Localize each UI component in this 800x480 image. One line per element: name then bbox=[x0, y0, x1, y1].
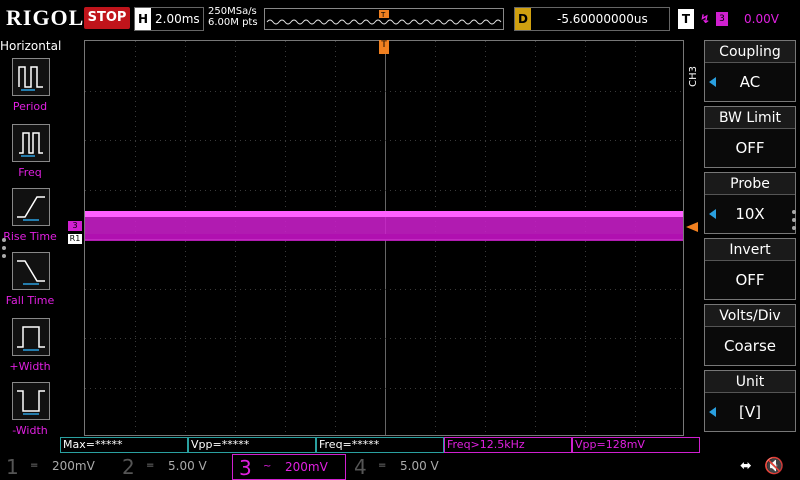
sample-rate: 250MSa/s bbox=[208, 6, 257, 17]
menu-title: Horizontal bbox=[0, 39, 62, 53]
measure-period-button[interactable]: Period bbox=[0, 58, 60, 122]
select-arrow-icon bbox=[709, 77, 716, 87]
probe-value: 10X bbox=[705, 195, 795, 233]
trigger-level: 0.00V bbox=[744, 12, 779, 26]
coupling-icon: = bbox=[378, 460, 387, 471]
channel-number: 1 bbox=[6, 455, 19, 479]
trigger-position-label: T bbox=[380, 11, 386, 19]
measurement-ch3-vpp[interactable]: Vpp=128mV bbox=[572, 437, 700, 453]
channel-tag: CH3 bbox=[688, 66, 699, 87]
channel-3-status[interactable]: 3 ~ 200mV bbox=[232, 454, 346, 480]
invert-softkey[interactable]: Invert OFF bbox=[704, 238, 796, 300]
invert-value: OFF bbox=[735, 271, 765, 289]
measure-negative-width-button[interactable]: -Width bbox=[0, 382, 60, 446]
channel-number: 3 bbox=[239, 456, 252, 480]
channel-scale: 5.00 V bbox=[400, 459, 439, 473]
rise-time-icon bbox=[12, 188, 50, 226]
horizontal-label: H bbox=[135, 8, 151, 30]
channel-scale: 200mV bbox=[52, 459, 95, 473]
measurement-vpp[interactable]: Vpp=***** bbox=[188, 437, 316, 453]
bw-limit-softkey[interactable]: BW Limit OFF bbox=[704, 106, 796, 168]
speaker-muted-icon[interactable]: 🔇 bbox=[764, 456, 784, 475]
frequency-icon bbox=[12, 124, 50, 162]
channel-1-status[interactable]: 1 = 200mV bbox=[0, 454, 116, 480]
select-arrow-icon bbox=[709, 407, 716, 417]
coupling-value: AC bbox=[705, 63, 795, 101]
positive-width-label: +Width bbox=[9, 360, 51, 373]
measurement-ch3-freq[interactable]: Freq>12.5kHz bbox=[444, 437, 572, 453]
volts-div-title: Volts/Div bbox=[705, 305, 795, 327]
channel-scale: 5.00 V bbox=[168, 459, 207, 473]
period-icon bbox=[12, 58, 50, 96]
period-label: Period bbox=[12, 100, 48, 113]
waveform-trace-bottom-edge bbox=[85, 234, 683, 239]
measurement-max[interactable]: Max=***** bbox=[60, 437, 188, 453]
timebase-value: 2.00ms bbox=[155, 12, 200, 26]
channel-status-bar: 1 = 200mV 2 = 5.00 V 3 ~ 200mV 4 = 5.00 … bbox=[0, 454, 800, 480]
top-status-bar: RIGOL STOP H 2.00ms 250MSa/s 6.00M pts T … bbox=[0, 0, 800, 38]
negative-width-label: -Width bbox=[12, 424, 48, 437]
usb-icon: ⬌ bbox=[740, 458, 752, 474]
graticule bbox=[85, 41, 683, 435]
channel-2-status[interactable]: 2 = 5.00 V bbox=[116, 454, 232, 480]
select-arrow-icon bbox=[709, 209, 716, 219]
run-stop-indicator[interactable]: STOP bbox=[84, 7, 130, 29]
fall-time-icon bbox=[12, 252, 50, 290]
unit-softkey[interactable]: Unit [V] bbox=[704, 370, 796, 432]
trigger-level-marker[interactable] bbox=[686, 222, 698, 232]
freq-label: Freq bbox=[18, 166, 42, 179]
measurement-results-bar: Max=***** Vpp=***** Freq=***** Freq>12.5… bbox=[60, 437, 700, 453]
delay-label: D bbox=[515, 8, 531, 30]
channel-number: 4 bbox=[354, 455, 367, 479]
volts-div-softkey[interactable]: Volts/Div Coarse bbox=[704, 304, 796, 366]
channel-settings-menu: Coupling AC BW Limit OFF Probe 10X Inver… bbox=[704, 38, 800, 436]
acquisition-info: 250MSa/s 6.00M pts bbox=[208, 6, 258, 28]
memory-overview-waveform: T bbox=[266, 10, 502, 25]
timebase-display[interactable]: H 2.00ms bbox=[134, 7, 204, 31]
delay-value: -5.60000000us bbox=[557, 12, 648, 26]
volts-div-value: Coarse bbox=[723, 337, 777, 355]
channel-3-offset-marker[interactable]: 3 bbox=[68, 221, 82, 231]
brand-logo: RIGOL bbox=[6, 5, 85, 30]
bw-limit-title: BW Limit bbox=[705, 107, 795, 129]
menu-page-dots-right bbox=[792, 206, 800, 234]
positive-width-icon bbox=[12, 318, 50, 356]
trigger-display[interactable]: T ↯ 3 0.00V bbox=[678, 7, 794, 31]
fall-time-label: Fall Time bbox=[5, 294, 55, 307]
memory-overview-strip: T bbox=[264, 8, 504, 30]
horizontal-measure-menu: Horizontal Period Freq Rise Time Fall Ti… bbox=[0, 38, 62, 437]
unit-title: Unit bbox=[705, 371, 795, 393]
probe-title: Probe bbox=[705, 173, 795, 195]
coupling-icon: ~ bbox=[263, 461, 272, 472]
trigger-label: T bbox=[678, 9, 694, 29]
coupling-icon: = bbox=[146, 460, 155, 471]
memory-depth: 6.00M pts bbox=[208, 17, 258, 28]
channel-number: 2 bbox=[122, 455, 135, 479]
reference-r1-marker[interactable]: R1 bbox=[68, 234, 82, 244]
invert-title: Invert bbox=[705, 239, 795, 261]
waveform-trace-top-edge bbox=[85, 211, 683, 217]
negative-width-icon bbox=[12, 382, 50, 420]
trigger-position-top-marker[interactable]: T bbox=[379, 40, 389, 54]
probe-softkey[interactable]: Probe 10X bbox=[704, 172, 796, 234]
measurement-freq[interactable]: Freq=***** bbox=[316, 437, 444, 453]
waveform-display-grid[interactable] bbox=[84, 40, 684, 436]
channel-scale: 200mV bbox=[285, 460, 328, 474]
measure-freq-button[interactable]: Freq bbox=[0, 124, 60, 188]
measure-positive-width-button[interactable]: +Width bbox=[0, 318, 60, 382]
unit-value: [V] bbox=[705, 393, 795, 431]
coupling-softkey[interactable]: Coupling AC bbox=[704, 40, 796, 102]
bw-limit-value: OFF bbox=[735, 139, 765, 157]
menu-page-dots bbox=[2, 234, 10, 262]
trigger-source: 3 bbox=[716, 12, 728, 26]
delay-display[interactable]: D -5.60000000us bbox=[514, 7, 670, 31]
coupling-title: Coupling bbox=[705, 41, 795, 63]
channel-4-status[interactable]: 4 = 5.00 V bbox=[348, 454, 464, 480]
trigger-edge-icon: ↯ bbox=[700, 12, 711, 26]
coupling-icon: = bbox=[30, 460, 39, 471]
